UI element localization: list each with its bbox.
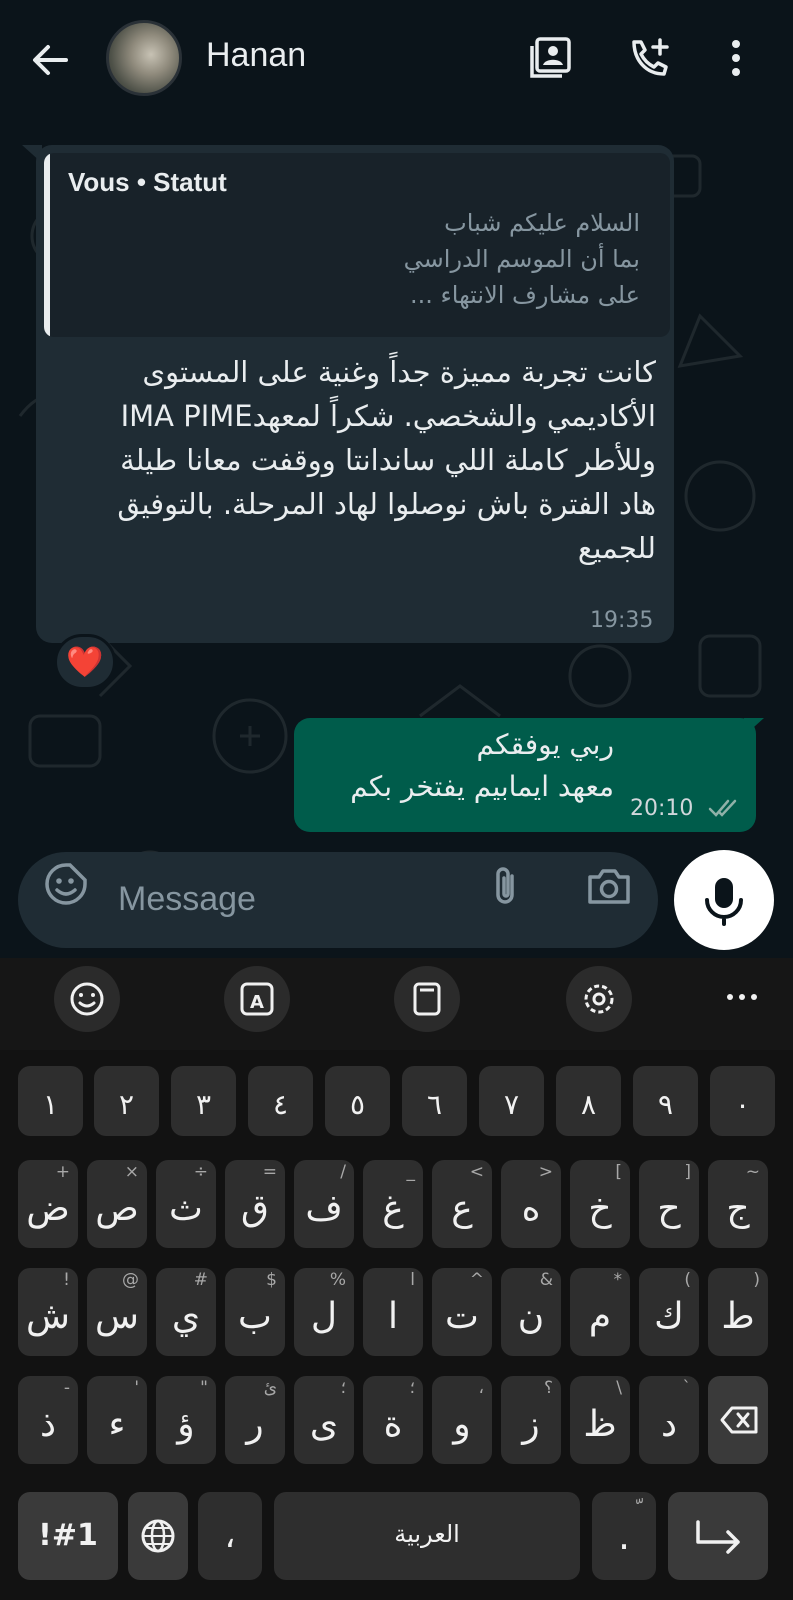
key-letter[interactable]: ~ ج [708, 1160, 768, 1248]
quote-text: السلام عليكم شباب بما أن الموسم الدراسي … [80, 205, 640, 313]
key-4[interactable]: ٤ [248, 1066, 313, 1136]
key-letter[interactable]: ! ش [18, 1268, 78, 1356]
key-letter[interactable]: ، و [432, 1376, 492, 1464]
outgoing-message-text: ربي يوفقكم معهد ايمابيم يفتخر بكم [310, 724, 614, 808]
quote-author: Vous • Statut [68, 167, 227, 197]
key-letter[interactable]: ^ ت [432, 1268, 492, 1356]
key-letter[interactable]: > ه [501, 1160, 561, 1248]
reaction-badge[interactable]: ❤️ [54, 634, 116, 690]
key-letter[interactable]: ؛ ى [294, 1376, 354, 1464]
quote-line: بما أن الموسم الدراسي [403, 245, 640, 273]
key-letter[interactable]: = ق [225, 1160, 285, 1248]
key-letter[interactable]: % ل [294, 1268, 354, 1356]
message-line: وللأطر كاملة اللي ساندانتا ووقفت معانا ط… [120, 443, 656, 477]
comma-key[interactable]: ، [198, 1492, 262, 1580]
double-check-icon [708, 799, 737, 817]
key-letter[interactable]: _ غ [363, 1160, 423, 1248]
svg-text:A: A [250, 992, 264, 1013]
space-key[interactable]: العربية [274, 1492, 580, 1580]
key-letter[interactable]: + ض [18, 1160, 78, 1248]
key-letter[interactable]: ` د [639, 1376, 699, 1464]
backspace-key[interactable] [708, 1376, 768, 1464]
quote-line: السلام عليكم شباب [444, 209, 640, 237]
key-letter[interactable]: ؟ ز [501, 1376, 561, 1464]
more-vert-icon[interactable] [712, 34, 760, 82]
key-letter[interactable]: ] ح [639, 1160, 699, 1248]
key-letter[interactable]: # ي [156, 1268, 216, 1356]
message-line: للجميع [577, 531, 656, 565]
quote-line: على مشارف الانتهاء ... [409, 281, 640, 309]
sticker-icon[interactable] [42, 860, 90, 908]
quote-bar [44, 153, 50, 337]
key-letter[interactable]: \ ظ [570, 1376, 630, 1464]
enter-key[interactable] [668, 1492, 768, 1580]
key-3[interactable]: ٣ [171, 1066, 236, 1136]
key-letter[interactable]: @ س [87, 1268, 147, 1356]
translate-icon[interactable]: A [224, 966, 290, 1032]
quoted-status[interactable]: Vous • Statut السلام عليكم شباب بما أن ا… [44, 153, 670, 337]
message-input-bar[interactable] [18, 852, 658, 948]
key-letter[interactable]: [خ [570, 1160, 630, 1248]
globe-icon [141, 1519, 175, 1553]
incoming-message-text: كانت تجربة مميزة جداً وغنية على المستوى … [60, 350, 656, 570]
key-letter[interactable]: " ؤ [156, 1376, 216, 1464]
key-letter[interactable]: $ ب [225, 1268, 285, 1356]
message-line: معهد ايمابيم يفتخر بكم [350, 770, 614, 803]
emoji-icon[interactable] [54, 966, 120, 1032]
key-letter[interactable]: & ن [501, 1268, 561, 1356]
key-letter[interactable]: / ف [294, 1160, 354, 1248]
key-2[interactable]: ٢ [94, 1066, 159, 1136]
key-letter[interactable]: * م [570, 1268, 630, 1356]
attach-icon[interactable] [482, 862, 530, 910]
message-line: هاد الفترة باش نوصلوا لهاد المرحلة. بالت… [117, 487, 656, 521]
key-9[interactable]: ٩ [633, 1066, 698, 1136]
enter-icon [696, 1520, 740, 1554]
globe-key[interactable] [128, 1492, 188, 1580]
symbols-key[interactable]: !#1 [18, 1492, 118, 1580]
key-7[interactable]: ٧ [479, 1066, 544, 1136]
key-letter[interactable]: ؛ ة [363, 1376, 423, 1464]
heart-reaction: ❤️ [66, 644, 104, 680]
message-line: ربي يوفقكم [476, 728, 614, 761]
key-letter[interactable]: (ك [639, 1268, 699, 1356]
mic-icon [705, 878, 743, 926]
key-letter[interactable]: -ذ [18, 1376, 78, 1464]
key-8[interactable]: ٨ [556, 1066, 621, 1136]
key-letter[interactable]: اا [363, 1268, 423, 1356]
key-0[interactable]: ٠ [710, 1066, 775, 1136]
key-letter[interactable]: ÷ ث [156, 1160, 216, 1248]
outgoing-timestamp: 20:10 [630, 796, 694, 821]
contact-card-icon[interactable] [528, 34, 576, 82]
message-line: كانت تجربة مميزة جداً وغنية على المستوى [142, 355, 656, 389]
incoming-timestamp: 19:35 [590, 608, 654, 633]
back-arrow-icon[interactable] [28, 38, 72, 82]
contact-name[interactable]: Hanan [206, 36, 306, 75]
settings-icon[interactable] [566, 966, 632, 1032]
key-6[interactable]: ٦ [402, 1066, 467, 1136]
clipboard-icon[interactable] [394, 966, 460, 1032]
key-letter[interactable]: < ع [432, 1160, 492, 1248]
key-5[interactable]: ٥ [325, 1066, 390, 1136]
backspace-icon [720, 1406, 758, 1434]
key-letter[interactable]: ' ء [87, 1376, 147, 1464]
key-letter[interactable]: ) ط [708, 1268, 768, 1356]
key-letter[interactable]: ئر [225, 1376, 285, 1464]
mic-button[interactable] [674, 850, 774, 950]
key-letter[interactable]: × ص [87, 1160, 147, 1248]
avatar[interactable] [106, 20, 182, 96]
add-call-icon[interactable] [626, 34, 674, 82]
period-key[interactable]: ّ. [592, 1492, 656, 1580]
message-line: الأكاديمي والشخصي. شكراً لمعهدIMA PIME [120, 399, 656, 433]
camera-icon[interactable] [584, 862, 634, 910]
key-1[interactable]: ١ [18, 1066, 83, 1136]
message-input[interactable]: Message [118, 880, 256, 919]
more-horiz-icon[interactable] [718, 982, 766, 1012]
